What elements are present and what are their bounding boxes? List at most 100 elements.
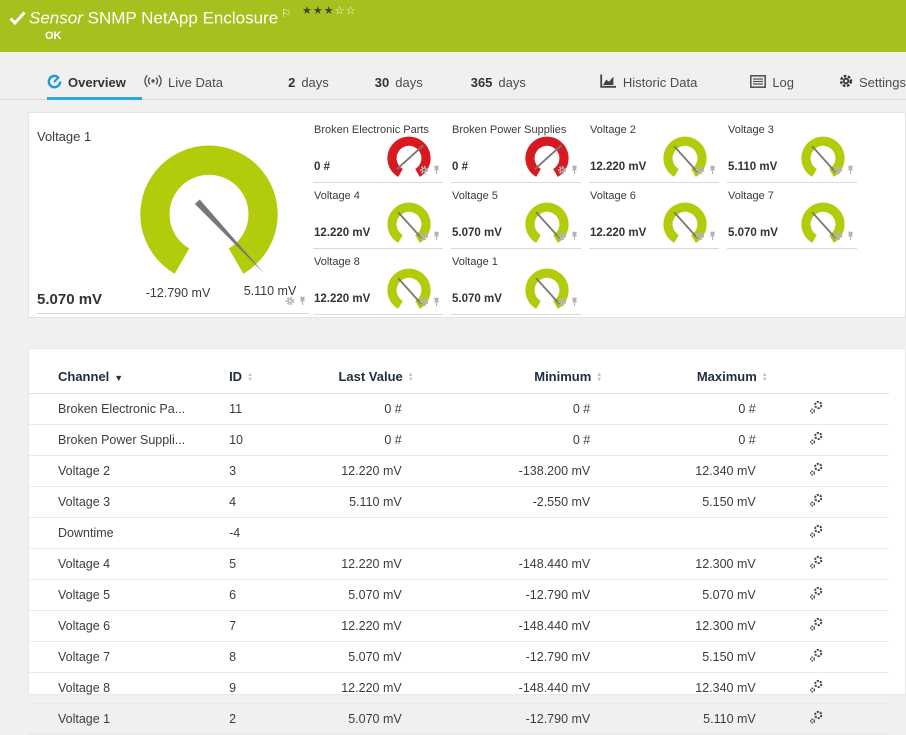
channel-settings-icon[interactable] <box>809 400 824 418</box>
gauge-tile[interactable]: Voltage 6 12.220 mV <box>589 187 719 249</box>
column-header-last-value[interactable]: Last Value ▲ ▼ <box>333 363 420 394</box>
channel-maximum: 5.150 mV <box>608 486 774 518</box>
channel-settings-icon[interactable] <box>809 710 824 728</box>
gauge-value: 0 # <box>314 161 330 173</box>
channel-settings-icon[interactable] <box>809 462 824 480</box>
table-row[interactable]: Broken Electronic Pa... 11 0 # 0 # 0 # <box>29 393 889 425</box>
pin-icon[interactable] <box>432 294 441 312</box>
channel-minimum <box>419 517 609 549</box>
gauge-tile-primary[interactable]: Voltage 1 -12.790 mV 5.110 mV 5.070 mV <box>37 121 309 314</box>
gear-icon[interactable] <box>419 162 429 180</box>
pin-icon[interactable] <box>570 228 579 246</box>
channel-settings-icon[interactable] <box>809 493 824 511</box>
channel-minimum: -148.440 mV <box>419 548 609 580</box>
pin-icon[interactable] <box>432 162 441 180</box>
gauge-tile[interactable]: Voltage 2 12.220 mV <box>589 121 719 183</box>
channel-last-value: 12.220 mV <box>333 610 420 642</box>
channel-minimum: -12.790 mV <box>419 703 609 735</box>
channel-settings-icon[interactable] <box>809 617 824 635</box>
priority-stars[interactable]: ★★★☆☆ <box>302 4 356 17</box>
tab-settings[interactable]: Settings <box>839 66 906 99</box>
table-row[interactable]: Voltage 6 7 12.220 mV -148.440 mV 12.300… <box>29 610 889 642</box>
channel-settings-icon[interactable] <box>809 586 824 604</box>
gauge-tile[interactable]: Voltage 7 5.070 mV <box>727 187 857 249</box>
gear-icon[interactable] <box>419 228 429 246</box>
gauge-value: 5.110 mV <box>728 161 778 173</box>
channel-settings-icon[interactable] <box>809 555 824 573</box>
channel-last-value: 12.220 mV <box>333 455 420 487</box>
tab-365-days[interactable]: 365 days <box>471 66 526 99</box>
gear-icon[interactable] <box>557 228 567 246</box>
pin-icon[interactable] <box>846 228 855 246</box>
tab-30-days[interactable]: 30 days <box>375 66 423 99</box>
pin-icon[interactable] <box>708 228 717 246</box>
gear-icon[interactable] <box>557 162 567 180</box>
table-row[interactable]: Voltage 7 8 5.070 mV -12.790 mV 5.150 mV <box>29 641 889 673</box>
flag-icon[interactable]: ⚐ <box>281 8 291 20</box>
tab-label: Log <box>772 75 795 90</box>
channel-last-value: 5.070 mV <box>333 703 420 735</box>
star-filled-icon[interactable]: ★ <box>324 5 335 17</box>
gauge-value: 0 # <box>452 161 468 173</box>
gauge-tile[interactable]: Broken Power Supplies 0 # <box>451 121 581 183</box>
gauge-min-label: -12.790 mV <box>145 286 211 300</box>
gear-icon[interactable] <box>285 293 295 311</box>
channel-id: 7 <box>229 610 334 642</box>
gauge-title: Voltage 7 <box>728 190 774 202</box>
gauge-title: Voltage 2 <box>590 124 636 136</box>
table-row[interactable]: Voltage 5 6 5.070 mV -12.790 mV 5.070 mV <box>29 579 889 611</box>
pin-icon[interactable] <box>846 162 855 180</box>
gear-icon[interactable] <box>833 162 843 180</box>
gear-icon[interactable] <box>419 294 429 312</box>
star-filled-icon[interactable]: ★ <box>313 5 324 17</box>
table-row[interactable]: Voltage 1 2 5.070 mV -12.790 mV 5.110 mV <box>29 703 889 735</box>
channel-settings-icon[interactable] <box>809 431 824 449</box>
channel-settings-icon[interactable] <box>809 648 824 666</box>
tab-historic-data[interactable]: Historic Data <box>600 66 697 99</box>
channel-id: 9 <box>229 672 334 704</box>
gauge-title: Voltage 1 <box>37 129 92 144</box>
star-empty-icon[interactable]: ☆ <box>346 5 357 17</box>
table-row[interactable]: Voltage 8 9 12.220 mV -148.440 mV 12.340… <box>29 672 889 704</box>
column-header-channel[interactable]: Channel ▼ <box>29 363 230 394</box>
gauge-tile[interactable]: Broken Electronic Parts 0 # <box>313 121 443 183</box>
channel-settings-icon[interactable] <box>809 524 824 542</box>
pin-icon[interactable] <box>298 293 307 311</box>
pin-icon[interactable] <box>570 162 579 180</box>
gauge-tile[interactable]: Voltage 3 5.110 mV <box>727 121 857 183</box>
column-header-minimum[interactable]: Minimum ▲ ▼ <box>419 363 609 394</box>
channel-minimum: -12.790 mV <box>419 641 609 673</box>
column-header-maximum[interactable]: Maximum ▲ ▼ <box>608 363 774 394</box>
gauge-tile[interactable]: Voltage 1 5.070 mV <box>451 253 581 315</box>
tab-log[interactable]: Log <box>750 66 794 99</box>
gauge-tile[interactable]: Voltage 4 12.220 mV <box>313 187 443 249</box>
tab-2-days[interactable]: 2 days <box>288 66 329 99</box>
gear-icon[interactable] <box>695 228 705 246</box>
column-header-settings <box>773 363 889 394</box>
table-row[interactable]: Broken Power Suppli... 10 0 # 0 # 0 # <box>29 424 889 456</box>
channel-id: 5 <box>229 548 334 580</box>
column-header-id[interactable]: ID ▲ ▼ <box>229 363 334 394</box>
tab-overview[interactable]: Overview <box>47 66 143 100</box>
pin-icon[interactable] <box>708 162 717 180</box>
pin-icon[interactable] <box>432 228 441 246</box>
star-filled-icon[interactable]: ★ <box>302 5 313 17</box>
tab-live-data[interactable]: Live Data <box>144 66 238 99</box>
channel-last-value: 0 # <box>333 424 420 456</box>
channel-id: 3 <box>229 455 334 487</box>
gear-icon[interactable] <box>557 294 567 312</box>
star-empty-icon[interactable]: ☆ <box>335 5 346 17</box>
gauge-tile[interactable]: Voltage 5 5.070 mV <box>451 187 581 249</box>
gear-icon[interactable] <box>695 162 705 180</box>
pin-icon[interactable] <box>570 294 579 312</box>
tab-label: Settings <box>859 75 906 90</box>
gauge-tile[interactable]: Voltage 8 12.220 mV <box>313 253 443 315</box>
channel-settings-icon[interactable] <box>809 679 824 697</box>
live-data-icon <box>144 74 162 91</box>
gear-icon[interactable] <box>833 228 843 246</box>
table-row[interactable]: Downtime -4 <box>29 517 889 549</box>
table-row[interactable]: Voltage 2 3 12.220 mV -138.200 mV 12.340… <box>29 455 889 487</box>
table-row[interactable]: Voltage 4 5 12.220 mV -148.440 mV 12.300… <box>29 548 889 580</box>
channel-last-value: 12.220 mV <box>333 672 420 704</box>
table-row[interactable]: Voltage 3 4 5.110 mV -2.550 mV 5.150 mV <box>29 486 889 518</box>
